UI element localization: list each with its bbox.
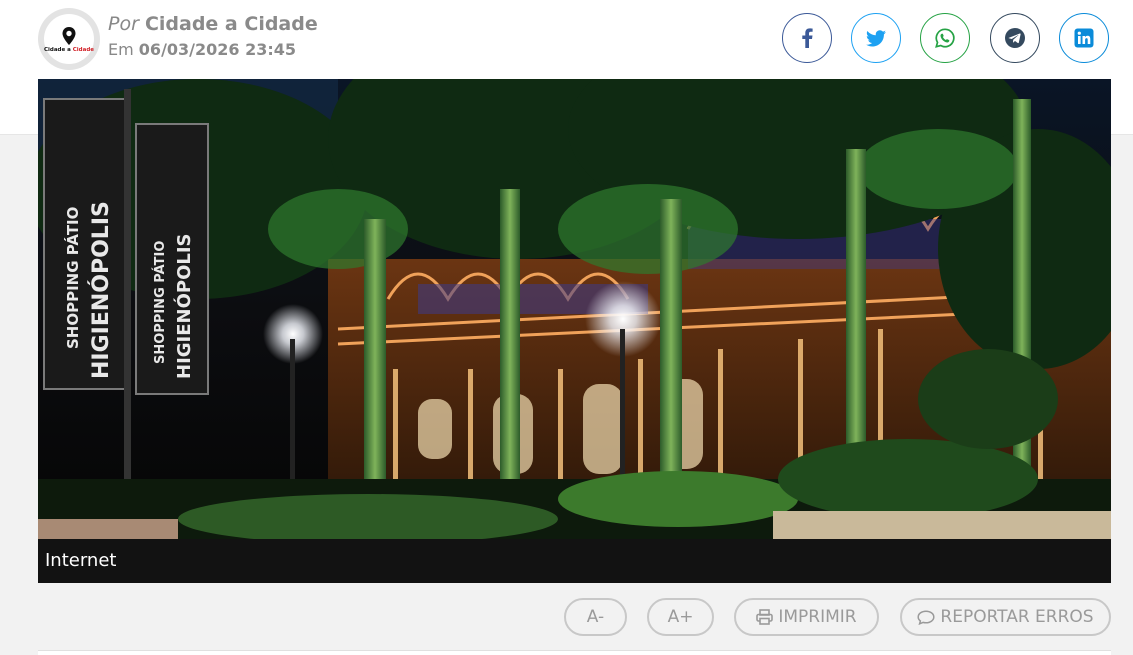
font-decrease-label: A- bbox=[586, 607, 605, 627]
printer-icon bbox=[756, 609, 774, 625]
site-logo: Cidade a Cidade bbox=[44, 14, 94, 64]
print-label: IMPRIMIR bbox=[778, 607, 857, 627]
font-increase-label: A+ bbox=[667, 607, 694, 627]
map-pin-icon bbox=[62, 26, 76, 45]
banner-text-2a: HIGIENÓPOLIS bbox=[88, 201, 114, 379]
share-linkedin-button[interactable] bbox=[1059, 13, 1109, 63]
telegram-icon bbox=[1005, 28, 1025, 48]
author-avatar[interactable]: Cidade a Cidade bbox=[38, 8, 100, 70]
twitter-icon bbox=[866, 29, 886, 46]
linkedin-icon bbox=[1074, 28, 1094, 48]
font-decrease-button[interactable]: A- bbox=[564, 598, 627, 636]
logo-wordmark: Cidade a Cidade bbox=[43, 46, 95, 53]
comment-icon bbox=[917, 609, 935, 625]
font-increase-button[interactable]: A+ bbox=[647, 598, 714, 636]
byline: Por Cidade a Cidade Em 06/03/2026 23:45 bbox=[108, 12, 318, 64]
share-whatsapp-button[interactable] bbox=[920, 13, 970, 63]
content-card-edge bbox=[38, 650, 1111, 655]
banner-text-2b: HIGIENÓPOLIS bbox=[173, 233, 195, 379]
banner-text-1b: SHOPPING PÁTIO bbox=[152, 241, 168, 364]
date-prefix: Em bbox=[108, 40, 134, 59]
article-photo: SHOPPING PÁTIO HIGIENÓPOLIS SHOPPING PÁT… bbox=[38, 79, 1111, 539]
banner-text-1a: SHOPPING PÁTIO bbox=[63, 207, 82, 349]
photo-caption: Internet bbox=[38, 539, 1111, 583]
report-errors-label: REPORTAR ERROS bbox=[940, 607, 1094, 627]
print-button[interactable]: IMPRIMIR bbox=[734, 598, 879, 636]
publish-date: 06/03/2026 23:45 bbox=[138, 40, 297, 59]
author-prefix: Por bbox=[108, 13, 139, 35]
share-twitter-button[interactable] bbox=[851, 13, 901, 63]
facebook-icon bbox=[802, 28, 813, 48]
whatsapp-icon bbox=[935, 28, 955, 48]
author-name[interactable]: Cidade a Cidade bbox=[145, 13, 318, 35]
report-errors-button[interactable]: REPORTAR ERROS bbox=[900, 598, 1111, 636]
share-facebook-button[interactable] bbox=[782, 13, 832, 63]
share-telegram-button[interactable] bbox=[990, 13, 1040, 63]
